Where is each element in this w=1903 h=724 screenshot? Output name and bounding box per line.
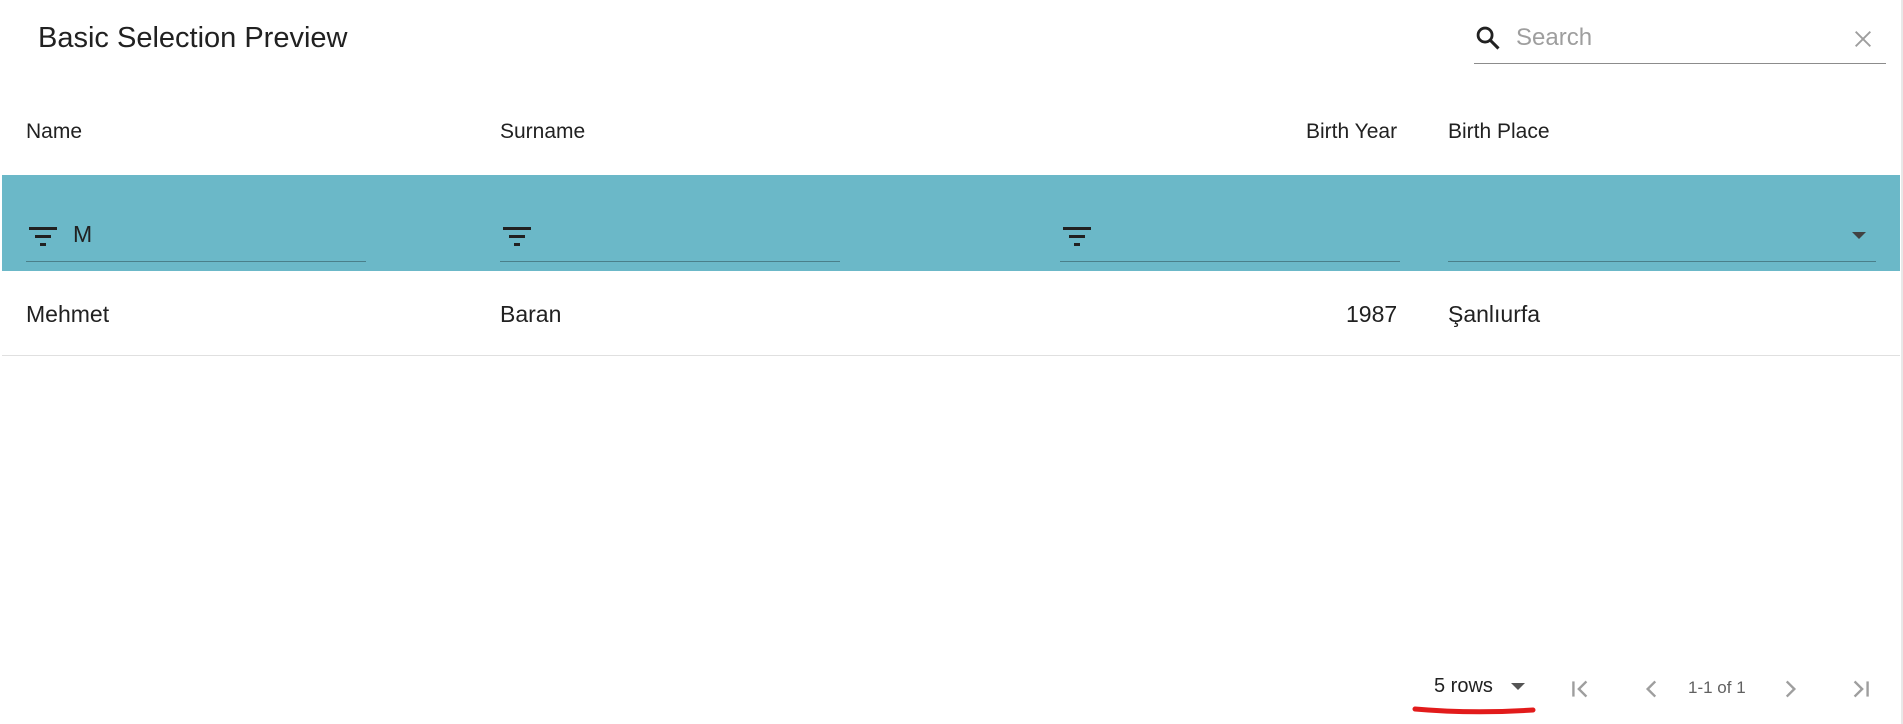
filter-icon [29,227,57,246]
filter-row [2,175,1900,271]
cell-surname: Baran [500,301,562,327]
table-row[interactable]: Mehmet Baran 1987 Şanlıurfa [2,271,1900,356]
filter-birth-year[interactable] [1060,211,1400,262]
dropdown-caret-icon [1510,683,1525,691]
page-title: Basic Selection Preview [38,22,348,54]
dropdown-caret-icon [1852,232,1866,239]
filter-birth-place-select[interactable] [1448,211,1876,262]
column-header-birth-place[interactable]: Birth Place [1448,120,1550,144]
search-icon [1476,26,1500,50]
filter-surname[interactable] [500,211,840,262]
first-page-icon[interactable] [1568,676,1594,702]
column-header-name[interactable]: Name [26,120,82,144]
filter-name[interactable] [26,211,366,262]
filter-name-input[interactable] [73,219,353,249]
search-box [1474,18,1886,64]
rows-per-page-label: 5 rows [1434,675,1493,697]
rows-per-page-select[interactable]: 5 rows [1434,675,1525,698]
annotation-underline [1412,706,1536,715]
filter-icon [1063,227,1091,246]
clear-icon[interactable] [1852,28,1874,50]
next-page-icon[interactable] [1777,676,1803,702]
search-input[interactable] [1516,23,1816,53]
filter-surname-input[interactable] [547,219,827,249]
cell-name: Mehmet [26,301,110,327]
column-header-birth-year[interactable]: Birth Year [1306,120,1397,144]
page-range: 1-1 of 1 [1688,678,1746,697]
table-container [2,0,1900,724]
filter-birth-year-input[interactable] [1107,219,1387,249]
filter-icon [503,227,531,246]
last-page-icon[interactable] [1847,676,1873,702]
cell-birth-place: Şanlıurfa [1448,301,1541,327]
column-header-surname[interactable]: Surname [500,120,585,144]
previous-page-icon[interactable] [1639,676,1665,702]
cell-birth-year: 1987 [1346,301,1398,327]
